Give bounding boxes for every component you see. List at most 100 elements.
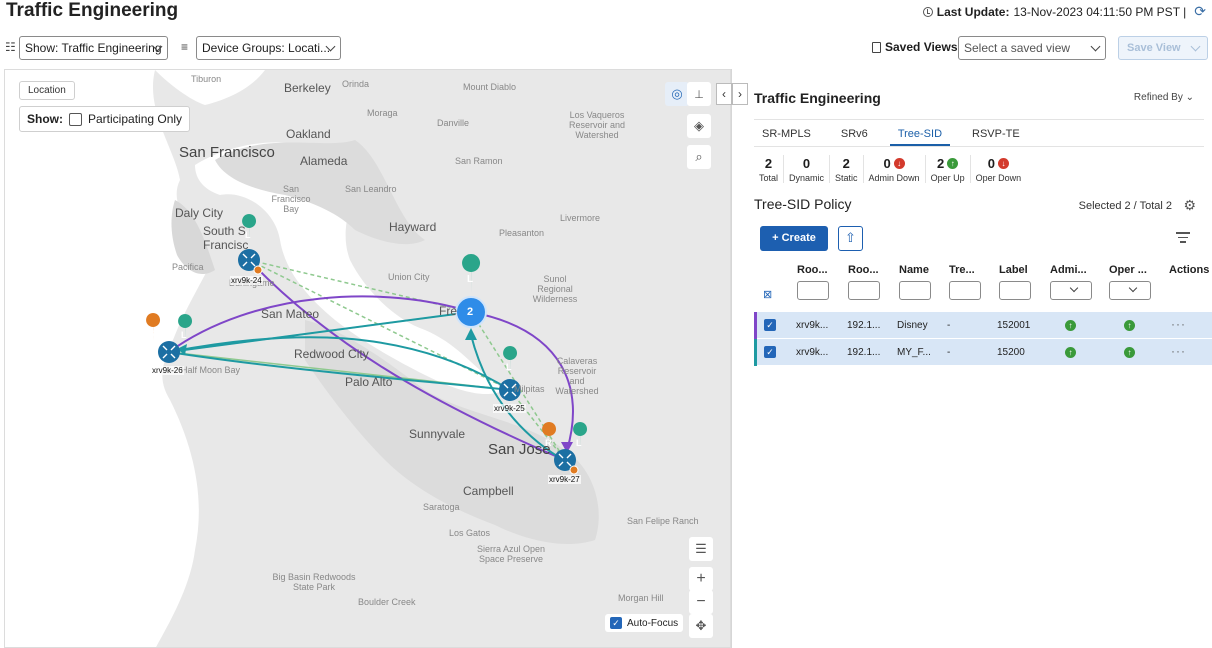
chevron-right-icon[interactable]: › — [732, 83, 748, 105]
column-header[interactable]: Label — [999, 264, 1028, 276]
marker-letter: L — [506, 362, 512, 372]
stat-oper-down[interactable]: 0 ↓ Oper Down — [971, 155, 1027, 184]
topology-map[interactable]: L L L L L R R San Francisco San Jose Ber… — [4, 69, 731, 648]
filter-input[interactable] — [848, 281, 880, 300]
place-label: Saratoga — [423, 502, 460, 512]
layers-icon[interactable]: ◈ — [687, 114, 711, 138]
place-label: Redwood City — [294, 347, 369, 361]
save-view-button[interactable]: Save View — [1118, 36, 1208, 60]
cell-tree: - — [947, 320, 951, 331]
stat-label: Oper Down — [975, 173, 1022, 183]
globe-icon[interactable]: ◎ — [665, 82, 689, 106]
panel-title: Traffic Engineering — [754, 90, 881, 106]
filter-input[interactable] — [949, 281, 981, 300]
arrow-down-icon: ↓ — [997, 157, 1009, 169]
router-node-icon[interactable] — [158, 341, 180, 363]
gear-icon[interactable]: ⚙ — [1183, 197, 1196, 214]
create-button[interactable]: + Create — [760, 226, 828, 251]
saved-view-select[interactable]: Select a saved view — [958, 36, 1106, 60]
place-label: Half Moon Bay — [181, 365, 241, 375]
stat-label: Dynamic — [789, 173, 825, 183]
show-dropdown[interactable]: Show: Traffic Engineering — [19, 36, 168, 60]
place-label: Orinda — [342, 79, 370, 89]
stat-value: 0 — [987, 155, 995, 171]
place-label: Big Basin Redwoods State Park — [272, 572, 356, 592]
device-groups-dropdown[interactable]: Device Groups: Locati... — [196, 36, 341, 60]
place-label: Daly City — [175, 206, 224, 220]
place-label: Tiburon — [191, 74, 222, 84]
stat-dynamic[interactable]: 0 Dynamic — [784, 155, 831, 183]
participating-only-checkbox[interactable] — [69, 112, 82, 126]
location-badge: Location — [19, 81, 75, 100]
place-label: South S — [203, 224, 246, 238]
place-label: Berkeley — [284, 81, 331, 95]
tab-rsvp-te[interactable]: RSVP-TE — [964, 120, 1028, 146]
saved-views-label: Saved Views — [872, 40, 958, 54]
participating-only-label: Participating Only — [88, 112, 183, 126]
arrow-up-icon: ↑ — [1065, 320, 1076, 331]
export-icon[interactable]: ⇧ — [838, 226, 863, 251]
stat-total[interactable]: 2 Total — [754, 155, 785, 183]
node-label: xrv9k-25 — [493, 404, 526, 413]
chevron-down-icon — [1190, 41, 1201, 52]
filter-input[interactable] — [999, 281, 1031, 300]
place-label: Sunol Regional Wilderness — [532, 274, 578, 304]
place-label: Palo Alto — [345, 375, 393, 389]
stat-label: Admin Down — [868, 173, 920, 183]
auto-focus-checkbox[interactable]: ✓ — [610, 617, 622, 629]
fit-view-icon[interactable]: ✥ — [689, 614, 713, 638]
filter-input[interactable] — [899, 281, 931, 300]
filter-select[interactable] — [1109, 281, 1151, 300]
marker-letter: L — [181, 330, 187, 340]
place-label: San Felipe Ranch — [627, 516, 699, 526]
stat-static[interactable]: 2 Static — [830, 155, 864, 183]
select-all-icon[interactable]: ⊠ — [763, 288, 772, 301]
topology-icon[interactable]: ⊥ — [687, 82, 711, 106]
row-checkbox[interactable]: ✓ — [764, 346, 776, 358]
place-label: Sunnyvale — [409, 427, 466, 441]
legend-list-icon[interactable]: ☰ — [689, 537, 713, 561]
stat-admin-down[interactable]: 0 ↓ Admin Down — [864, 155, 926, 183]
filter-select[interactable] — [1050, 281, 1092, 300]
zoom-in-icon[interactable]: + — [689, 567, 713, 591]
marker-letter: R — [149, 329, 156, 339]
table-row[interactable]: ✓ xrv9k... 192.1... MY_F... - 15200 ↑ ↑ … — [754, 339, 1212, 366]
place-label: San Jose — [488, 441, 551, 458]
stat-value: 0 — [883, 155, 891, 171]
column-header[interactable]: Name — [899, 264, 929, 276]
chevron-down-icon — [1090, 41, 1101, 52]
more-actions-icon[interactable]: ··· — [1171, 317, 1186, 331]
column-header[interactable]: Admi... — [1050, 264, 1087, 276]
tab-srv6[interactable]: SRv6 — [833, 120, 876, 146]
search-icon[interactable]: ⌕ — [687, 145, 711, 169]
column-header[interactable]: Oper ... — [1109, 264, 1147, 276]
refined-by-dropdown[interactable]: Refined By ⌄ — [1134, 92, 1194, 103]
refresh-icon[interactable]: ⟳ — [1194, 3, 1206, 20]
place-label: San Mateo — [261, 307, 320, 321]
bookmark-icon — [872, 41, 881, 53]
auto-focus-toggle[interactable]: ✓ Auto-Focus — [605, 614, 684, 632]
tab-sr-mpls[interactable]: SR-MPLS — [754, 120, 819, 146]
column-header[interactable]: Roo... — [848, 264, 879, 276]
filter-icon[interactable] — [1176, 232, 1190, 246]
traffic-engineering-panel: ‹ › Traffic Engineering Refined By ⌄ SR-… — [716, 69, 1212, 648]
chevron-left-icon[interactable]: ‹ — [716, 83, 732, 105]
more-actions-icon[interactable]: ··· — [1171, 344, 1186, 358]
column-header[interactable]: Roo... — [797, 264, 828, 276]
zoom-out-icon[interactable]: − — [689, 590, 713, 614]
chevron-down-icon — [1069, 283, 1079, 293]
table-header: ⊠ Roo... Roo... Name Tre... Label Admi..… — [754, 264, 1212, 304]
filter-input[interactable] — [797, 281, 829, 300]
clock-icon — [922, 6, 933, 17]
place-label: Union City — [388, 272, 430, 282]
row-checkbox[interactable]: ✓ — [764, 319, 776, 331]
place-label: San Francisco — [179, 144, 275, 161]
arrow-up-icon: ↑ — [1124, 320, 1135, 331]
policy-tabs: SR-MPLS SRv6 Tree-SID RSVP-TE — [754, 119, 1204, 147]
table-row[interactable]: ✓ xrv9k... 192.1... Disney - 152001 ↑ ↑ … — [754, 312, 1212, 339]
tab-tree-sid[interactable]: Tree-SID — [889, 120, 951, 146]
place-label: Sierra Azul Open Space Preserve — [476, 544, 546, 564]
column-header[interactable]: Tre... — [949, 264, 975, 276]
selected-total: Selected 2 / Total 2 — [1078, 200, 1172, 212]
stat-oper-up[interactable]: 2 ↑ Oper Up — [926, 155, 971, 183]
